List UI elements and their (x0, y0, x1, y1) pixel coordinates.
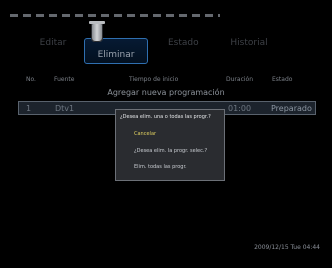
add-new-schedule-label[interactable]: Agregar nueva programación (0, 88, 332, 97)
row-no: 1 (26, 104, 32, 113)
col-start-time: Tiempo de inicio (129, 76, 179, 83)
delete-dialog: ¿Desea elim. una o todas las progr.? Can… (115, 109, 225, 181)
row-duration: 01:00 (228, 104, 252, 113)
cancel-option[interactable]: Cancelar (134, 131, 156, 137)
col-source: Fuente (54, 76, 75, 83)
col-no: No. (26, 76, 36, 83)
tab-eliminar-label: Eliminar (97, 50, 135, 60)
tab-editar-label: Editar (39, 38, 67, 48)
recording-schedule-screen: Editar Eliminar Estado Historial No. Fue… (0, 0, 332, 268)
delete-all-option[interactable]: Elim. todas las progr. (134, 164, 187, 170)
row-source: Dtv1 (55, 104, 75, 113)
trash-icon (89, 21, 105, 42)
col-status: Estado (272, 76, 293, 83)
row-status: Preparado (271, 104, 312, 113)
datetime: 2009/12/15 Tue 04:44 (254, 244, 320, 251)
tab-editar[interactable]: Editar (38, 38, 68, 48)
header-dashes (10, 14, 220, 17)
tab-historial[interactable]: Historial (229, 38, 269, 48)
tab-estado[interactable]: Estado (168, 38, 199, 48)
tab-historial-label: Historial (230, 38, 268, 48)
tab-estado-label: Estado (168, 38, 199, 48)
delete-selected-option[interactable]: ¿Desea elim. la progr. selec.? (134, 148, 207, 154)
col-duration: Duración (226, 76, 254, 83)
dialog-title: ¿Desea elim. una o todas las progr.? (120, 114, 211, 120)
